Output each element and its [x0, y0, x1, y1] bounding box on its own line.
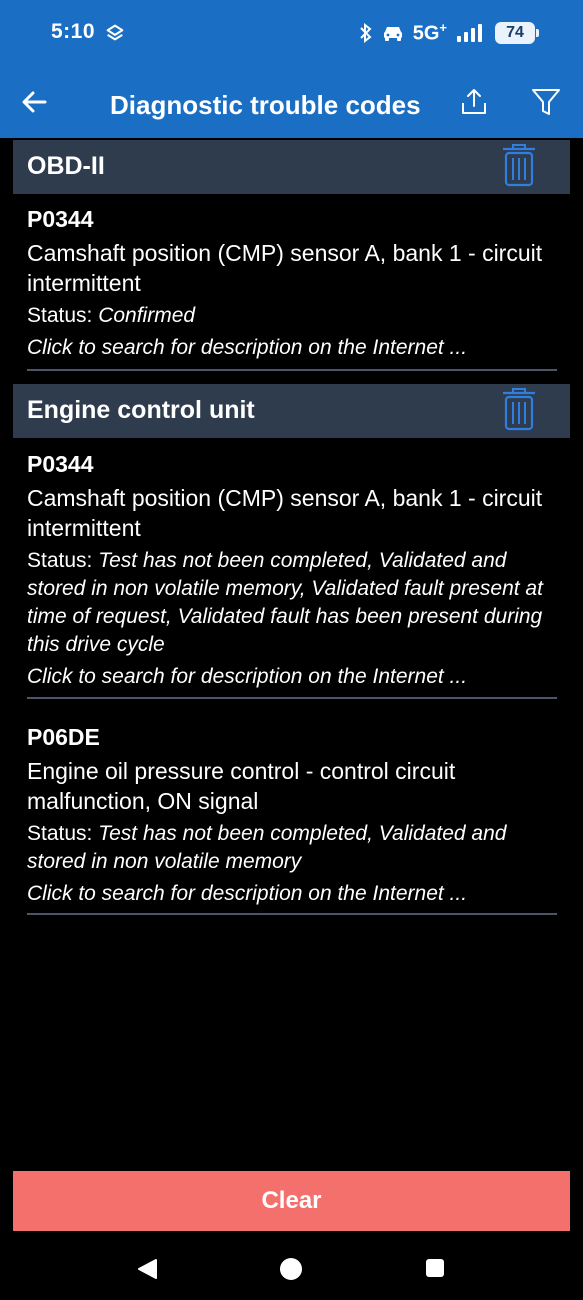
bluetooth-icon	[360, 23, 372, 43]
car-icon	[383, 27, 402, 41]
filter-icon[interactable]	[530, 86, 562, 118]
status-icons: 5G+ 74	[359, 18, 539, 48]
dtc-item[interactable]: P06DE Engine oil pressure control - cont…	[27, 722, 557, 908]
dtc-item[interactable]: P0344 Camshaft position (CMP) sensor A, …	[27, 204, 557, 362]
dtc-code: P06DE	[27, 724, 100, 750]
dtc-code: P0344	[27, 451, 94, 477]
status-bar: 5:10 5G+ 74	[0, 0, 583, 66]
network-type: 5G+	[412, 20, 447, 45]
clear-button[interactable]: Clear	[13, 1171, 570, 1231]
dtc-description: Camshaft position (CMP) sensor A, bank 1…	[27, 240, 543, 296]
dtc-code: P0344	[27, 206, 94, 232]
trash-icon[interactable]	[501, 142, 537, 188]
battery-icon: 74	[495, 22, 539, 44]
share-icon[interactable]	[458, 86, 490, 118]
dtc-description: Engine oil pressure control - control ci…	[27, 758, 456, 814]
system-nav-bar	[0, 1240, 583, 1300]
data-saver-icon	[106, 24, 124, 41]
dtc-status: Status: Test has not been completed, Val…	[27, 822, 507, 873]
page-title: Diagnostic trouble codes	[110, 90, 421, 120]
signal-icon	[457, 24, 482, 42]
search-internet-link[interactable]: Click to search for description on the I…	[27, 663, 557, 691]
dtc-description: Camshaft position (CMP) sensor A, bank 1…	[27, 485, 543, 541]
divider	[27, 697, 557, 699]
nav-back-icon[interactable]	[136, 1258, 158, 1280]
nav-recents-icon[interactable]	[426, 1259, 444, 1277]
nav-home-icon[interactable]	[280, 1258, 302, 1280]
dtc-status: Status: Confirmed	[27, 304, 196, 327]
status-time: 5:10	[51, 20, 96, 43]
search-internet-link[interactable]: Click to search for description on the I…	[27, 880, 557, 908]
section-header-engine-control-unit: Engine control unit	[13, 384, 570, 438]
trash-icon[interactable]	[501, 386, 537, 432]
search-internet-link[interactable]: Click to search for description on the I…	[27, 334, 557, 362]
app-bar: Diagnostic trouble codes	[0, 66, 583, 138]
divider	[27, 369, 557, 371]
dtc-status: Status: Test has not been completed, Val…	[27, 549, 543, 656]
section-header-obd2: OBD-II	[13, 140, 570, 194]
dtc-item[interactable]: P0344 Camshaft position (CMP) sensor A, …	[27, 449, 557, 691]
back-arrow-icon[interactable]	[18, 86, 50, 118]
section-title: Engine control unit	[27, 396, 255, 424]
section-title: OBD-II	[27, 152, 105, 180]
divider	[27, 913, 557, 915]
